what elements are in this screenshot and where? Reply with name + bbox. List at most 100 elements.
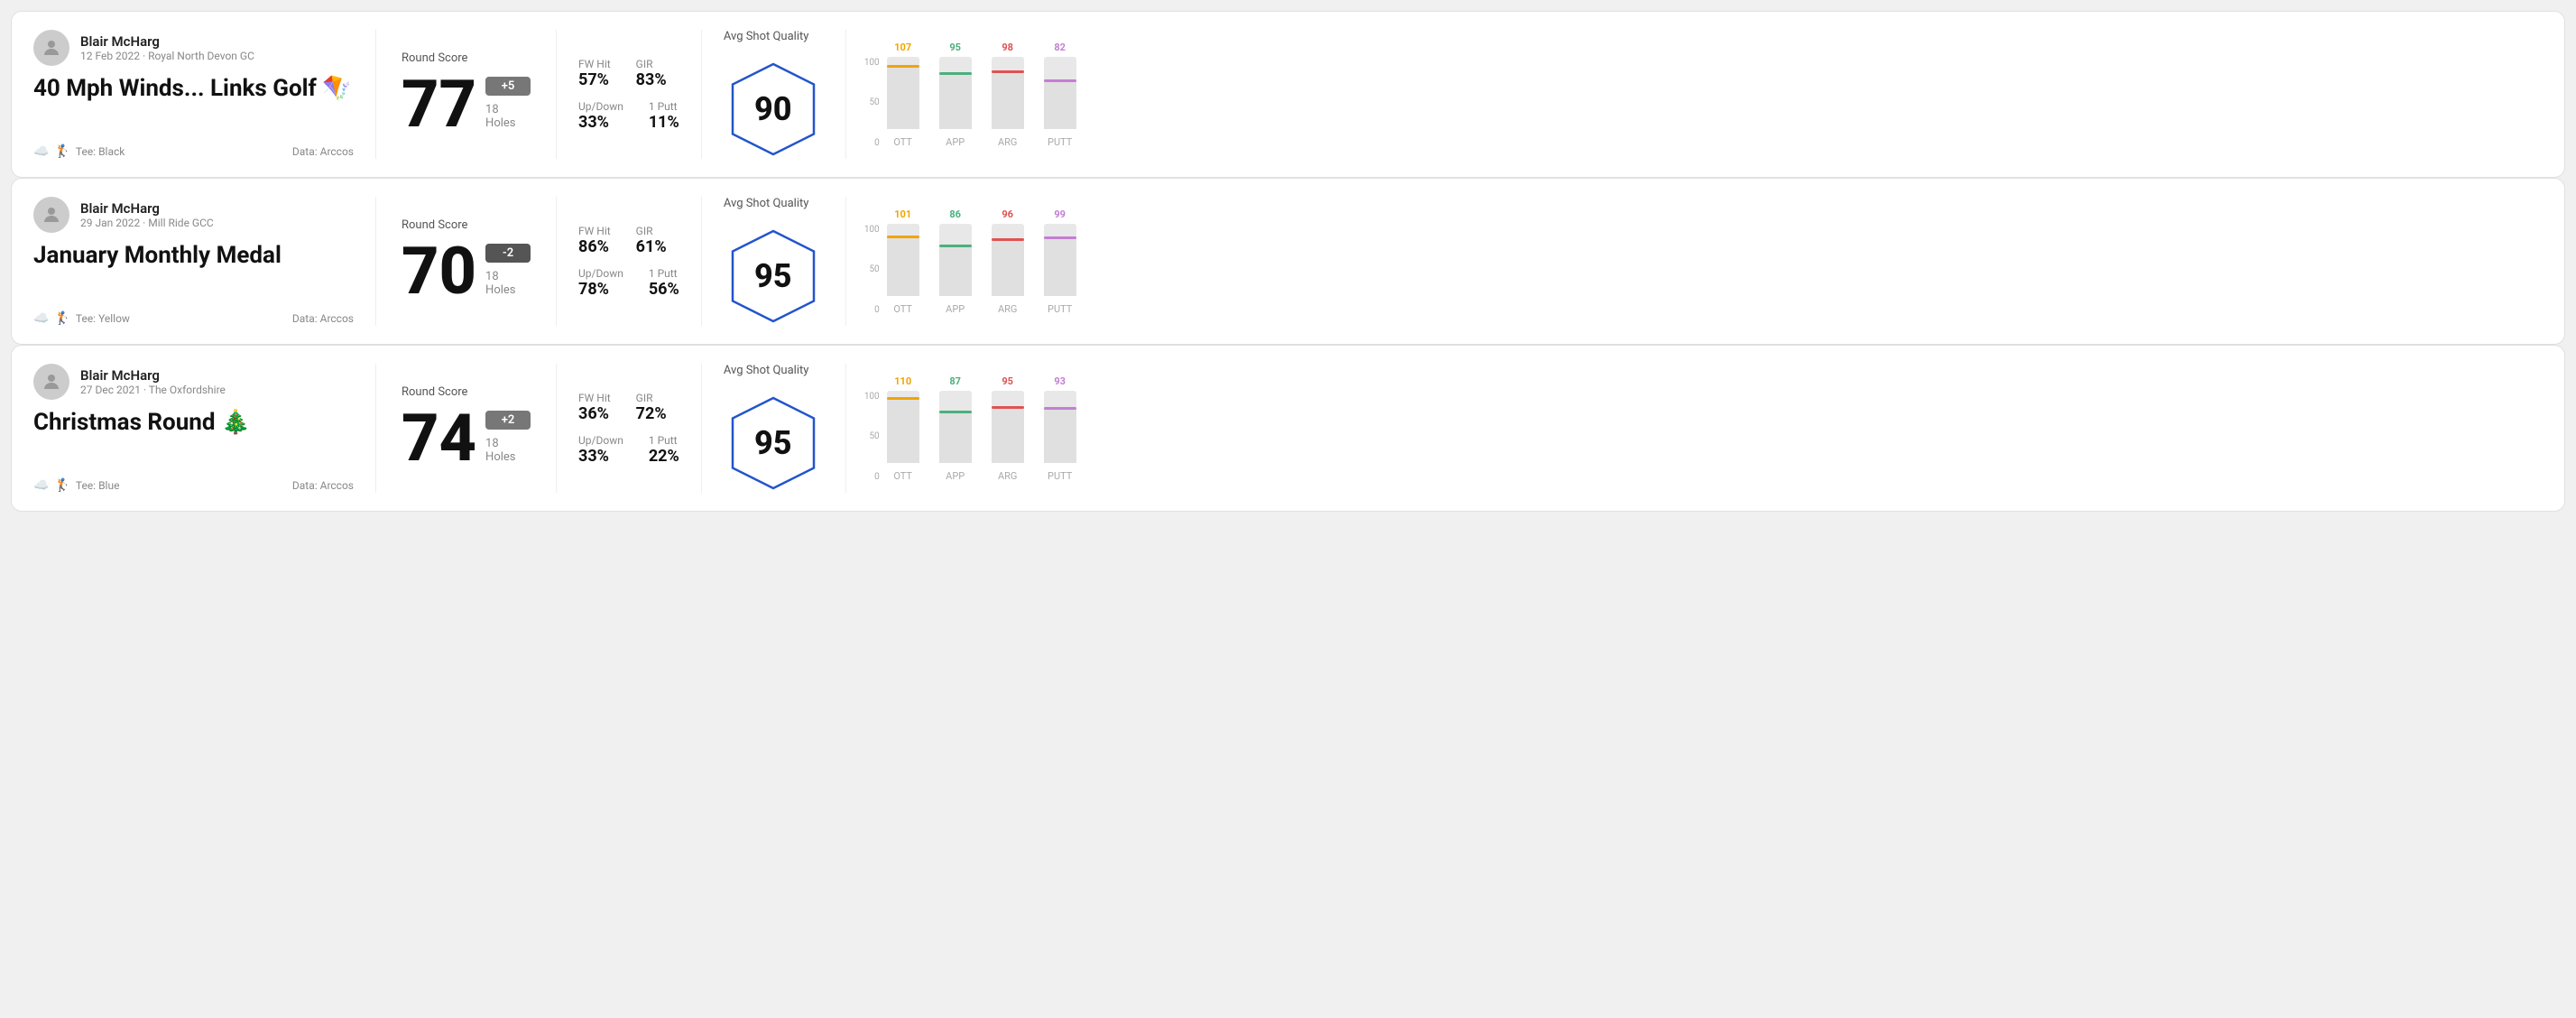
bar-fill-putt <box>1044 407 1076 463</box>
bar-fill-app <box>939 411 972 463</box>
bar-track-arg <box>992 224 1024 296</box>
person-icon <box>41 204 62 226</box>
big-score: 70 <box>402 239 476 304</box>
bar-marker-ott <box>887 397 919 400</box>
tee-info: ☁️ 🏌 Tee: Black <box>33 144 125 159</box>
bar-track-arg <box>992 57 1024 129</box>
stats-row-bottom: Up/Down 78% 1 Putt 56% <box>578 267 679 299</box>
bottom-meta: ☁️ 🏌 Tee: Black Data: Arccos <box>33 144 354 159</box>
bar-fill-arg <box>992 406 1024 463</box>
score-meta: -2 18 Holes <box>485 244 531 304</box>
score-badge: +5 <box>485 77 531 96</box>
bar-marker-app <box>939 72 972 75</box>
chart-wrapper: 100 50 0 107 OTT 95 <box>864 42 2528 148</box>
oneputt-value: 56% <box>649 280 679 299</box>
chart-y-labels: 100 50 0 <box>864 58 880 148</box>
bar-marker-putt <box>1044 407 1076 410</box>
stats-row-top: FW Hit 57% GIR 83% <box>578 58 679 89</box>
fw-hit-value: 57% <box>578 70 611 89</box>
bar-xlabel-ott: OTT <box>893 303 912 315</box>
bar-track-arg <box>992 391 1024 463</box>
player-date-course: 12 Feb 2022 · Royal North Devon GC <box>80 50 254 62</box>
avatar <box>33 30 69 66</box>
round-left-section: Blair McHarg 12 Feb 2022 · Royal North D… <box>33 30 376 159</box>
bar-fill-putt <box>1044 236 1076 296</box>
gir-value: 83% <box>636 70 667 89</box>
tee-info: ☁️ 🏌 Tee: Blue <box>33 478 119 493</box>
y-label-50: 50 <box>864 97 880 107</box>
bar-marker-arg <box>992 70 1024 73</box>
y-label-100: 100 <box>864 392 880 402</box>
score-badge: -2 <box>485 244 531 263</box>
oneputt-stat: 1 Putt 56% <box>649 267 679 299</box>
bar-marker-putt <box>1044 79 1076 82</box>
oneputt-label: 1 Putt <box>649 100 679 113</box>
chart-y-labels: 100 50 0 <box>864 392 880 482</box>
chart-wrapper: 100 50 0 110 OTT 87 <box>864 375 2528 482</box>
bar-xlabel-app: APP <box>946 303 965 315</box>
player-name: Blair McHarg <box>80 200 214 217</box>
bar-xlabel-arg: ARG <box>998 470 1017 482</box>
bar-group-app: 87 APP <box>939 375 972 482</box>
bar-xlabel-putt: PUTT <box>1048 470 1072 482</box>
score-label: Round Score <box>402 51 531 65</box>
score-label: Round Score <box>402 218 531 232</box>
bar-value-putt: 99 <box>1054 208 1066 220</box>
oneputt-stat: 1 Putt 11% <box>649 100 679 132</box>
chart-y-labels: 100 50 0 <box>864 225 880 315</box>
bar-group-app: 86 APP <box>939 208 972 315</box>
gir-stat: GIR 83% <box>636 58 667 89</box>
bars-container: 101 OTT 86 APP <box>887 208 1076 315</box>
bottom-meta: ☁️ 🏌 Tee: Yellow Data: Arccos <box>33 311 354 326</box>
bar-group-putt: 99 PUTT <box>1044 208 1076 315</box>
chart-wrapper: 100 50 0 101 OTT 86 <box>864 208 2528 315</box>
stats-row-top: FW Hit 36% GIR 72% <box>578 392 679 423</box>
big-score: 74 <box>402 406 476 471</box>
player-date-course: 29 Jan 2022 · Mill Ride GCC <box>80 217 214 229</box>
fw-hit-label: FW Hit <box>578 225 611 237</box>
round-title: 40 Mph Winds... Links Golf 🪁 <box>33 75 354 103</box>
person-icon <box>41 37 62 59</box>
hex-wrapper: 95 <box>724 393 823 493</box>
bar-fill-ott <box>887 236 919 296</box>
bar-group-ott: 107 OTT <box>887 42 919 148</box>
fw-hit-stat: FW Hit 36% <box>578 392 611 423</box>
oneputt-stat: 1 Putt 22% <box>649 434 679 466</box>
gir-label: GIR <box>636 58 667 70</box>
bar-group-putt: 82 PUTT <box>1044 42 1076 148</box>
hex-wrapper: 90 <box>724 60 823 159</box>
bar-group-app: 95 APP <box>939 42 972 148</box>
tee-label: Tee: Yellow <box>76 312 130 325</box>
big-score: 77 <box>402 72 476 137</box>
cloud-icon: ☁️ <box>33 311 49 326</box>
bar-track-app <box>939 391 972 463</box>
bar-track-putt <box>1044 224 1076 296</box>
fw-hit-label: FW Hit <box>578 58 611 70</box>
bar-track-app <box>939 224 972 296</box>
round-card-1: Blair McHarg 12 Feb 2022 · Royal North D… <box>11 11 2565 178</box>
bars-container: 107 OTT 95 APP <box>887 42 1076 148</box>
player-details: Blair McHarg 12 Feb 2022 · Royal North D… <box>80 33 254 62</box>
updown-label: Up/Down <box>578 434 623 447</box>
bar-xlabel-putt: PUTT <box>1048 303 1072 315</box>
bar-fill-ott <box>887 397 919 463</box>
hex-score: 95 <box>754 424 792 462</box>
bar-track-ott <box>887 391 919 463</box>
bar-marker-arg <box>992 238 1024 241</box>
score-section: Round Score 77 +5 18 Holes <box>376 30 557 159</box>
round-card-3: Blair McHarg 27 Dec 2021 · The Oxfordshi… <box>11 345 2565 512</box>
gir-label: GIR <box>636 225 667 237</box>
updown-stat: Up/Down 78% <box>578 267 623 299</box>
fw-hit-label: FW Hit <box>578 392 611 404</box>
bar-group-arg: 98 ARG <box>992 42 1024 148</box>
oneputt-label: 1 Putt <box>649 434 679 447</box>
updown-stat: Up/Down 33% <box>578 100 623 132</box>
round-title: January Monthly Medal <box>33 242 354 270</box>
round-left-section: Blair McHarg 29 Jan 2022 · Mill Ride GCC… <box>33 197 376 326</box>
gir-value: 61% <box>636 237 667 256</box>
bars-container: 110 OTT 87 APP <box>887 375 1076 482</box>
fw-hit-stat: FW Hit 57% <box>578 58 611 89</box>
score-meta: +2 18 Holes <box>485 411 531 471</box>
holes-label: 18 Holes <box>485 270 531 297</box>
data-source: Data: Arccos <box>292 312 354 325</box>
